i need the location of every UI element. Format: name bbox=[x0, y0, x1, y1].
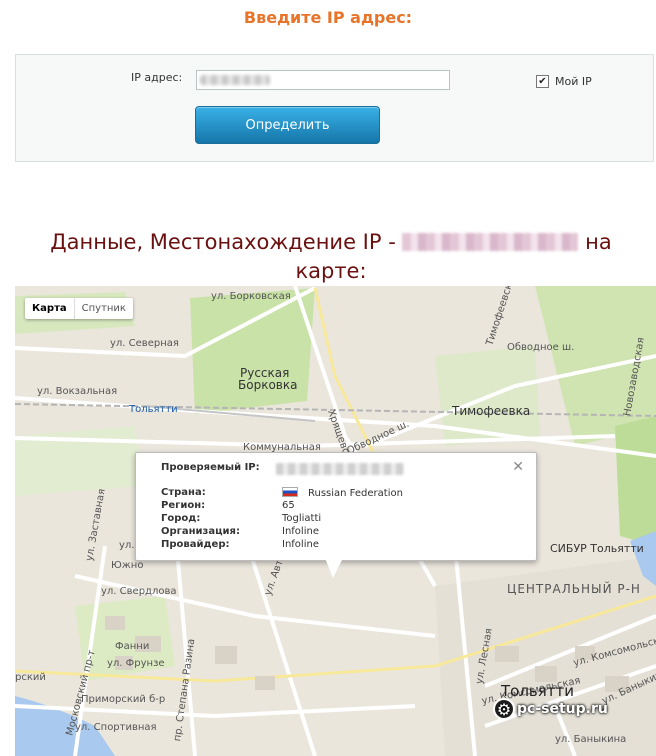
info-row: Регион: 65 bbox=[161, 500, 403, 513]
poi-label: СИБУР Тольятти bbox=[550, 542, 644, 555]
street-label: ул. Баныкина bbox=[555, 734, 627, 745]
info-value: Togliatti bbox=[282, 513, 322, 524]
heading-suffix: на bbox=[585, 230, 612, 254]
info-value: Russian Federation bbox=[282, 487, 403, 500]
submit-button[interactable]: Определить bbox=[195, 106, 380, 144]
info-value: Infoline bbox=[282, 526, 319, 537]
place-label: Борковка bbox=[238, 378, 298, 392]
street-label: ул. Северная bbox=[110, 338, 179, 349]
station-label: Тольятти bbox=[129, 404, 178, 415]
heading-line2: карте: bbox=[295, 259, 367, 283]
green-area bbox=[15, 426, 145, 496]
popup-pointer bbox=[325, 558, 343, 578]
info-row: Страна: Russian Federation bbox=[161, 487, 403, 500]
watermark: ⚙ pc-setup.ru bbox=[493, 698, 608, 720]
street-label: рский bbox=[15, 672, 46, 683]
gear-icon: ⚙ bbox=[493, 698, 515, 720]
my-ip-checkbox[interactable]: ✔ Мой IP bbox=[536, 75, 592, 88]
forest-area bbox=[190, 288, 315, 414]
close-icon[interactable]: ✕ bbox=[512, 459, 524, 475]
info-row: Организация: Infoline bbox=[161, 526, 403, 539]
heading-text: Данные, Местонахождение IP - bbox=[50, 230, 396, 254]
russia-flag-icon bbox=[282, 487, 298, 497]
street-label: Приморский б-р bbox=[81, 694, 166, 705]
checked-ip-blurred bbox=[276, 463, 404, 475]
street-label: ул. Спортивная bbox=[75, 722, 157, 733]
info-rows: Страна: Russian Federation Регион: 65 Го… bbox=[161, 487, 403, 552]
info-key: Город: bbox=[161, 513, 201, 524]
my-ip-label: Мой IP bbox=[555, 75, 592, 88]
green-area bbox=[615, 416, 656, 546]
street-label: ул. Фрунзе bbox=[107, 658, 165, 669]
ip-value-blurred bbox=[200, 75, 270, 85]
result-heading: Данные, Местонахождение IP - на карте: bbox=[16, 228, 646, 286]
map-type-switch: Карта Спутник bbox=[25, 298, 133, 319]
ip-form: IP адрес: ✔ Мой IP Определить bbox=[15, 54, 654, 162]
ip-blurred bbox=[402, 233, 579, 251]
info-value: 65 bbox=[282, 500, 295, 511]
district-label: ЦЕНТРАЛЬНЫЙ Р-Н bbox=[507, 582, 641, 596]
info-key: Организация: bbox=[161, 526, 240, 537]
street-label: ул. Свердлова bbox=[101, 586, 177, 597]
info-popup: ✕ Проверяемый IP: Страна: Russian Federa… bbox=[135, 452, 537, 561]
ip-label: IP адрес: bbox=[131, 71, 183, 84]
info-key: Провайдер: bbox=[161, 539, 230, 550]
street-label: ул. Борковская bbox=[211, 291, 291, 302]
checked-ip-label: Проверяемый IP: bbox=[161, 462, 260, 473]
place-label: Тимофеевка bbox=[452, 404, 531, 418]
info-value: Infoline bbox=[282, 539, 319, 550]
info-row: Провайдер: Infoline bbox=[161, 539, 403, 552]
map[interactable]: Карта Спутник ул. Борковская ул. Северна… bbox=[15, 286, 656, 756]
street-label: ул. Вокзальная bbox=[37, 386, 118, 397]
map-type-satellite[interactable]: Спутник bbox=[73, 298, 133, 319]
checkbox-checked-icon[interactable]: ✔ bbox=[536, 75, 549, 88]
street-label: Южно bbox=[111, 560, 144, 571]
watermark-text: pc-setup.ru bbox=[517, 701, 608, 717]
form-title: Введите IP адрес: bbox=[243, 8, 413, 27]
map-type-map[interactable]: Карта bbox=[25, 298, 74, 319]
info-key: Страна: bbox=[161, 487, 206, 498]
street-label: Обводное ш. bbox=[507, 342, 575, 353]
place-label: Фанни bbox=[115, 641, 150, 652]
info-key: Регион: bbox=[161, 500, 206, 511]
info-row: Город: Togliatti bbox=[161, 513, 403, 526]
